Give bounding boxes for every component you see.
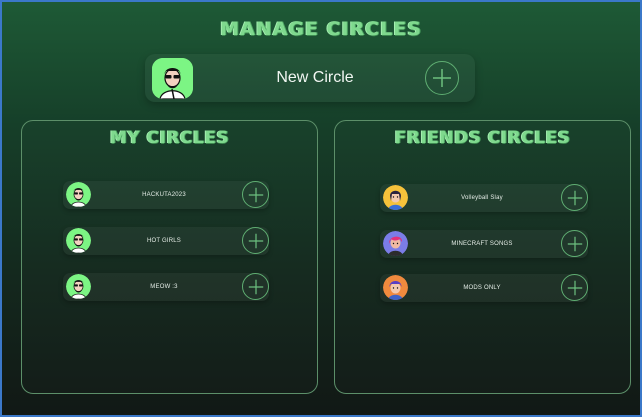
- circle-label: MEOW :3: [150, 284, 178, 290]
- my-circle-row[interactable]: HACKUTA2023: [63, 181, 269, 209]
- plus-icon: [248, 233, 263, 248]
- friend-circle-row[interactable]: MODS ONLY: [380, 274, 588, 302]
- plus-icon: [433, 69, 451, 87]
- add-to-circle-button[interactable]: [242, 181, 269, 208]
- my-circles-title: MY CIRCLES: [109, 128, 230, 148]
- add-to-circle-button[interactable]: [561, 230, 588, 257]
- my-circles-panel: MY CIRCLES HACKUTA2023 HOT GIRLS MEOW:3: [21, 120, 318, 394]
- friend-circle-row[interactable]: Volleyball Slay: [380, 184, 588, 212]
- add-to-circle-button[interactable]: [242, 227, 269, 254]
- user-avatar-icon: [66, 182, 91, 207]
- friend-avatar-icon: [383, 275, 408, 300]
- circle-label: HOT GIRLS: [146, 238, 182, 244]
- plus-icon: [248, 187, 263, 202]
- friend-circle-row[interactable]: MINECRAFT SONGS: [380, 230, 588, 258]
- friend-avatar-icon: [383, 231, 408, 256]
- user-avatar-icon: [66, 274, 91, 299]
- circle-label: Volleyball Slay: [461, 195, 503, 201]
- add-to-circle-button[interactable]: [561, 274, 588, 301]
- new-circle-label: New Circle: [276, 69, 354, 86]
- plus-icon: [567, 190, 582, 205]
- friends-circles-panel: FRIENDS CIRCLES Volleyball Slay MINECRAF…: [334, 120, 631, 394]
- my-circle-row[interactable]: MEOW :3: [63, 273, 269, 301]
- friends-circles-title: FRIENDS CIRCLES: [394, 128, 571, 148]
- circle-label: MINECRAFT SONGS: [451, 241, 513, 247]
- plus-icon: [567, 280, 582, 295]
- user-avatar-icon: [152, 58, 193, 99]
- add-to-circle-button[interactable]: [561, 184, 588, 211]
- page-title: MANAGE CIRCLES: [220, 18, 422, 40]
- new-circle-card[interactable]: New Circle: [145, 54, 475, 102]
- friend-avatar-icon: [383, 185, 408, 210]
- circle-label: MODS ONLY: [463, 285, 501, 291]
- my-circle-row[interactable]: HOT GIRLS: [63, 227, 269, 255]
- plus-icon: [567, 236, 582, 251]
- circle-label: HACKUTA2023: [142, 192, 186, 198]
- add-new-circle-button[interactable]: [425, 61, 459, 95]
- add-to-circle-button[interactable]: [242, 273, 269, 300]
- user-avatar-icon: [66, 228, 91, 253]
- plus-icon: [248, 279, 263, 294]
